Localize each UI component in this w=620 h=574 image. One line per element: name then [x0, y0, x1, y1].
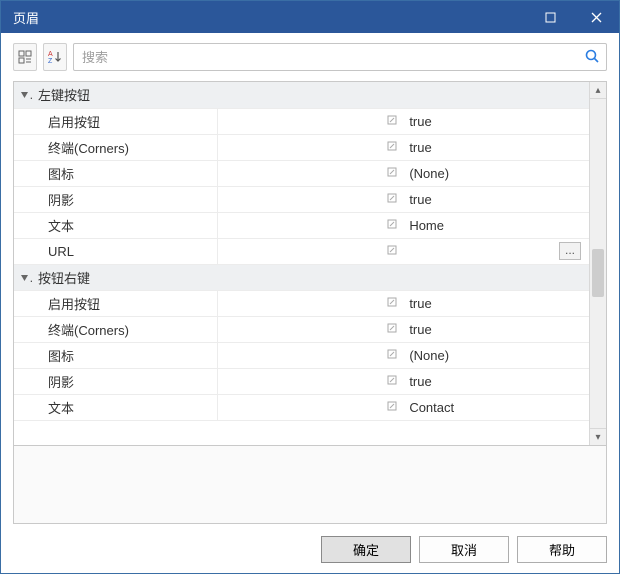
property-value-cell[interactable]: true — [403, 290, 589, 316]
property-value: (None) — [409, 348, 449, 363]
property-group-header[interactable]: 左键按钮 — [14, 82, 589, 108]
scroll-track[interactable] — [590, 99, 606, 428]
scroll-thumb[interactable] — [592, 249, 604, 297]
svg-text:A: A — [48, 51, 53, 58]
property-row[interactable]: URL... — [14, 238, 589, 264]
property-value-cell[interactable]: Contact — [403, 394, 589, 420]
property-value-cell[interactable]: true — [403, 108, 589, 134]
property-label: 启用按钮 — [38, 115, 100, 130]
alphabetical-sort-button[interactable]: A Z — [43, 43, 67, 71]
browse-button[interactable]: ... — [559, 242, 581, 260]
property-value: true — [409, 140, 431, 155]
vertical-scrollbar[interactable]: ▴ ▾ — [589, 82, 606, 445]
property-row[interactable]: 启用按钮 true — [14, 108, 589, 134]
dialog-buttons: 确定 取消 帮助 — [13, 524, 607, 563]
help-button[interactable]: 帮助 — [517, 536, 607, 563]
property-value-cell[interactable]: true — [403, 316, 589, 342]
property-value-cell[interactable]: (None) — [403, 342, 589, 368]
maximize-button[interactable] — [527, 1, 573, 33]
scroll-down-button[interactable]: ▾ — [590, 428, 606, 445]
property-value: true — [409, 192, 431, 207]
property-grid: 左键按钮启用按钮 true 终端(Corners) true 图标 (None) 阴影 tru… — [13, 81, 607, 446]
property-indicator-icon — [218, 238, 404, 264]
property-value: true — [409, 374, 431, 389]
property-row[interactable]: 图标 (None) — [14, 342, 589, 368]
property-value-cell[interactable]: (None) — [403, 160, 589, 186]
property-row[interactable]: 文本 Contact — [14, 394, 589, 420]
scroll-up-button[interactable]: ▴ — [590, 82, 606, 99]
property-value: true — [409, 114, 431, 129]
property-label: 图标 — [38, 167, 74, 182]
search-input[interactable] — [74, 45, 606, 70]
window-controls — [527, 1, 619, 33]
close-button[interactable] — [573, 1, 619, 33]
property-indicator-icon — [218, 316, 404, 342]
group-label: 左键按钮 — [32, 82, 589, 108]
property-indicator-icon — [218, 212, 404, 238]
property-row[interactable]: 阴影 true — [14, 186, 589, 212]
property-indicator-icon — [218, 134, 404, 160]
property-row[interactable]: 启用按钮 true — [14, 290, 589, 316]
property-label: 图标 — [38, 349, 74, 364]
ok-button[interactable]: 确定 — [321, 536, 411, 563]
search-field[interactable] — [73, 43, 607, 71]
property-value: true — [409, 322, 431, 337]
property-row[interactable]: 文本 Home — [14, 212, 589, 238]
property-indicator-icon — [218, 368, 404, 394]
property-value-cell[interactable]: true — [403, 368, 589, 394]
property-indicator-icon — [218, 186, 404, 212]
property-grid-viewport[interactable]: 左键按钮启用按钮 true 终端(Corners) true 图标 (None) 阴影 tru… — [14, 82, 589, 445]
property-row[interactable]: 图标 (None) — [14, 160, 589, 186]
property-label: 终端(Corners) — [38, 323, 129, 338]
expand-toggle-icon[interactable] — [14, 264, 32, 290]
property-value-cell[interactable]: true — [403, 134, 589, 160]
property-value: true — [409, 296, 431, 311]
property-indicator-icon — [218, 342, 404, 368]
property-indicator-icon — [218, 160, 404, 186]
property-label: 文本 — [38, 219, 74, 234]
window-title: 页眉 — [13, 8, 39, 27]
property-group-header[interactable]: 按钮右键 — [14, 264, 589, 290]
description-panel — [13, 446, 607, 524]
titlebar: 页眉 — [1, 1, 619, 33]
toolbar: A Z — [13, 43, 607, 71]
property-row[interactable]: 终端(Corners) true — [14, 316, 589, 342]
expand-toggle-icon[interactable] — [14, 82, 32, 108]
group-label: 按钮右键 — [32, 264, 589, 290]
property-value-cell[interactable]: true — [403, 186, 589, 212]
property-label: 启用按钮 — [38, 297, 100, 312]
property-indicator-icon — [218, 290, 404, 316]
categorized-view-button[interactable] — [13, 43, 37, 71]
property-label: 文本 — [38, 401, 74, 416]
property-value: Contact — [409, 400, 454, 415]
property-value: (None) — [409, 166, 449, 181]
property-value-cell[interactable]: Home — [403, 212, 589, 238]
property-label: 阴影 — [38, 193, 74, 208]
property-value: Home — [409, 218, 444, 233]
property-value-cell[interactable]: ... — [403, 238, 589, 264]
property-indicator-icon — [218, 108, 404, 134]
property-label: 终端(Corners) — [38, 141, 129, 156]
search-icon[interactable] — [584, 48, 600, 67]
property-label: 阴影 — [38, 375, 74, 390]
svg-text:Z: Z — [48, 58, 53, 64]
dialog-content: A Z 左键按钮启用按钮 true 终端(Corners) true 图标 (None) 阴… — [1, 33, 619, 573]
cancel-button[interactable]: 取消 — [419, 536, 509, 563]
property-row[interactable]: 终端(Corners) true — [14, 134, 589, 160]
property-indicator-icon — [218, 394, 404, 420]
property-label: URL — [38, 244, 74, 259]
property-row[interactable]: 阴影 true — [14, 368, 589, 394]
